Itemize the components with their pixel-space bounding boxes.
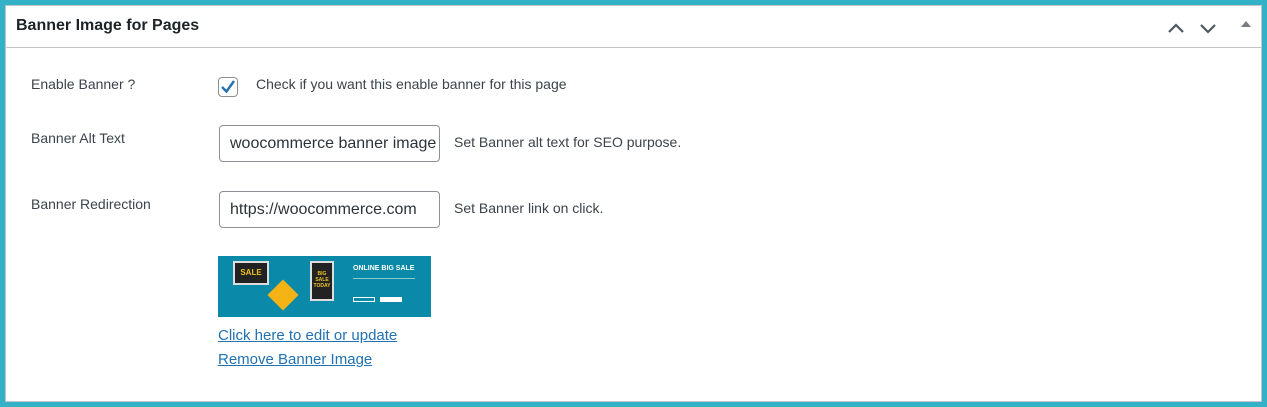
triangle-up-icon bbox=[1241, 21, 1251, 27]
metabox-header: Banner Image for Pages bbox=[6, 6, 1261, 48]
chevron-down-icon bbox=[1200, 24, 1216, 34]
move-up-button[interactable] bbox=[1165, 18, 1187, 38]
banner-button-about bbox=[380, 297, 402, 302]
banner-button-more bbox=[353, 297, 375, 302]
banner-box bbox=[267, 279, 299, 311]
banner-heading: ONLINE BIG SALE bbox=[353, 265, 415, 272]
alt-text-input[interactable]: woocommerce banner image bbox=[219, 125, 440, 162]
edit-banner-link[interactable]: Click here to edit or update bbox=[218, 327, 397, 344]
banner-metabox: Banner Image for Pages Enable Banner ? C… bbox=[5, 5, 1262, 402]
chevron-up-icon bbox=[1168, 23, 1184, 33]
checkmark-icon bbox=[221, 80, 235, 94]
redirection-description: Set Banner link on click. bbox=[454, 200, 604, 216]
toggle-panel-button[interactable] bbox=[1236, 18, 1258, 38]
remove-banner-link[interactable]: Remove Banner Image bbox=[218, 351, 372, 368]
enable-banner-checkbox[interactable] bbox=[218, 77, 238, 97]
alt-text-description: Set Banner alt text for SEO purpose. bbox=[454, 134, 682, 150]
banner-image: SALE BIG SALE TODAY ONLINE BIG SALE bbox=[218, 256, 431, 317]
banner-monitor: SALE bbox=[233, 261, 269, 285]
banner-phone: BIG SALE TODAY bbox=[310, 261, 334, 301]
redirection-input[interactable]: https://woocommerce.com bbox=[219, 191, 440, 228]
move-down-button[interactable] bbox=[1197, 18, 1219, 38]
enable-banner-description: Check if you want this enable banner for… bbox=[256, 76, 567, 92]
redirection-label: Banner Redirection bbox=[31, 196, 151, 212]
banner-text-lines bbox=[353, 278, 415, 286]
alt-text-label: Banner Alt Text bbox=[31, 130, 125, 146]
enable-banner-label: Enable Banner ? bbox=[31, 76, 136, 92]
metabox-title: Banner Image for Pages bbox=[16, 17, 200, 34]
